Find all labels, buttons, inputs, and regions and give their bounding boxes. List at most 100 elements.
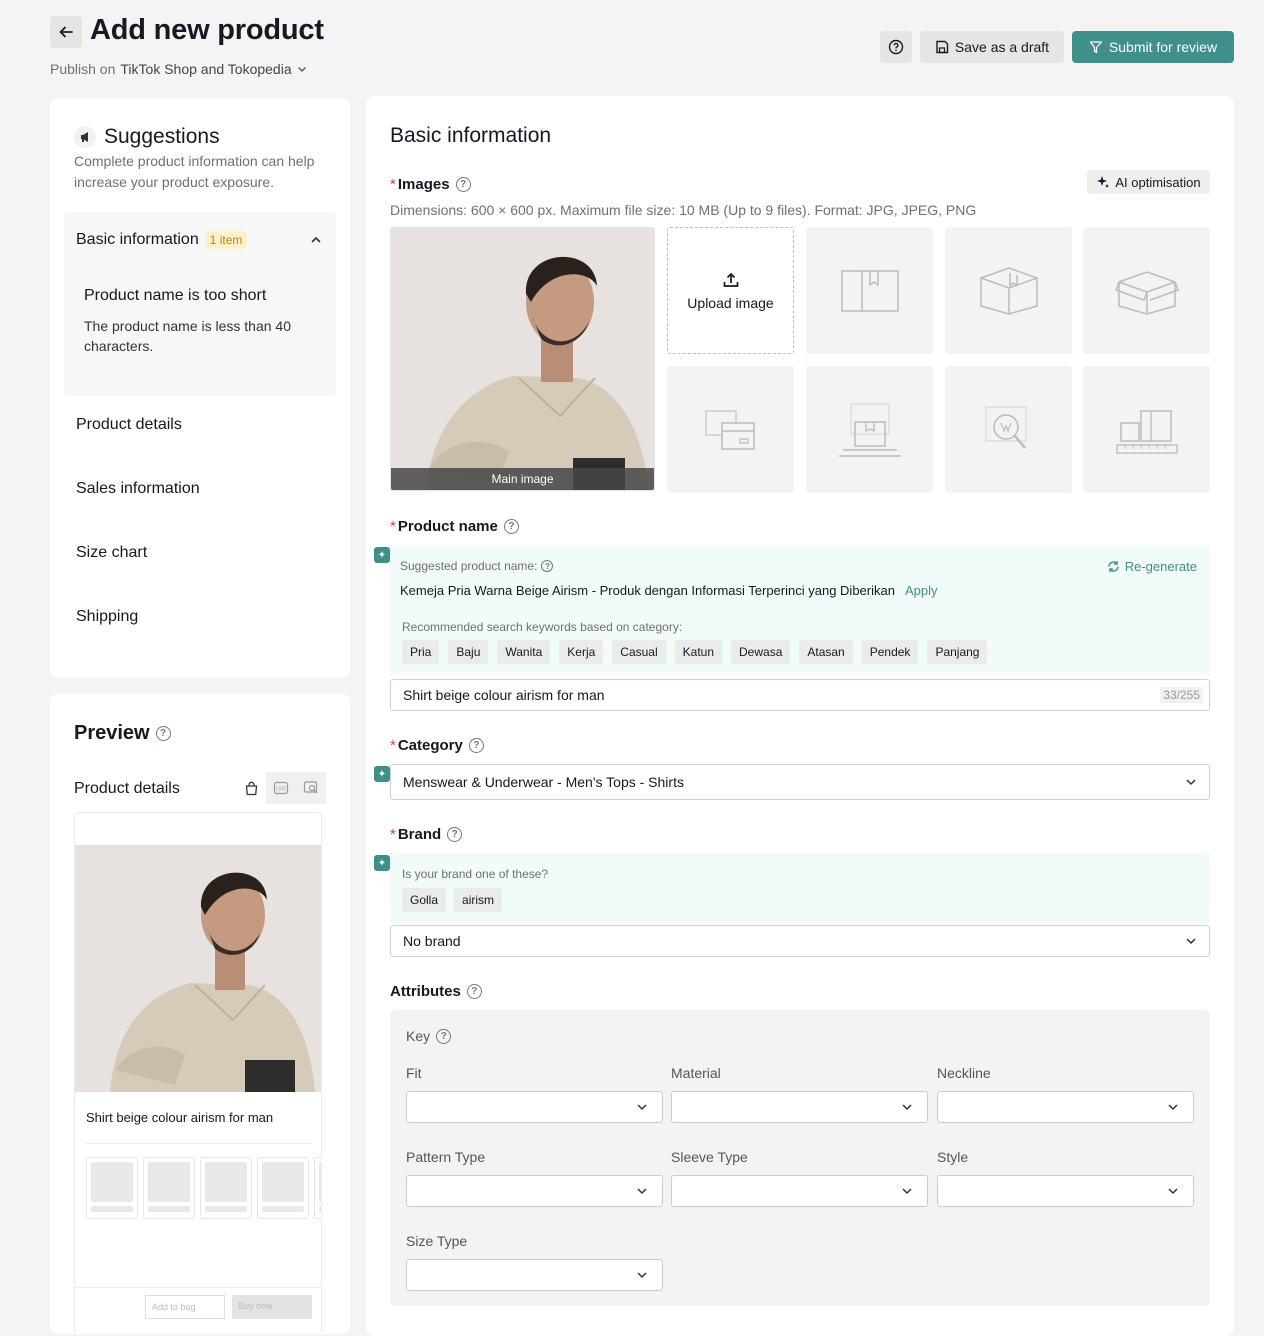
- character-counter: 33/255: [1160, 687, 1203, 703]
- thumbnail-placeholder: [86, 1157, 138, 1219]
- question-icon[interactable]: ?: [466, 984, 482, 999]
- attributes-label-text: Attributes: [390, 983, 461, 1000]
- image-slot[interactable]: [667, 366, 794, 493]
- question-icon[interactable]: ?: [155, 726, 171, 741]
- apply-suggestion-button[interactable]: Apply: [905, 583, 938, 598]
- chevron-down-icon: [637, 1104, 647, 1111]
- product-name-input[interactable]: Shirt beige colour airism for man 33/255: [390, 679, 1210, 711]
- nav-item-sales-information[interactable]: Sales information: [76, 480, 200, 498]
- help-button[interactable]: [880, 31, 912, 63]
- suggested-name-label: Suggested product name:: [400, 559, 538, 573]
- image-requirements: Dimensions: 600 × 600 px. Maximum file s…: [390, 202, 977, 218]
- neckline-select[interactable]: [937, 1091, 1194, 1123]
- question-icon[interactable]: ?: [436, 1028, 452, 1044]
- nav-item-product-details[interactable]: Product details: [76, 416, 182, 434]
- keyword-chip[interactable]: Baju: [448, 640, 489, 664]
- images-label: * Images ?: [390, 176, 471, 193]
- preview-search-tab[interactable]: [296, 772, 326, 804]
- ai-sparkle-icon: ✦: [374, 766, 390, 782]
- attributes-label: Attributes ?: [390, 983, 482, 1000]
- required-marker: *: [390, 176, 396, 193]
- issue-description: The product name is less than 40 charact…: [84, 318, 292, 354]
- keyword-chip[interactable]: Casual: [612, 640, 666, 664]
- brand-select[interactable]: No brand: [390, 925, 1210, 957]
- keyword-chip[interactable]: Panjang: [927, 640, 988, 664]
- category-value: Menswear & Underwear - Men's Tops - Shir…: [403, 774, 684, 790]
- question-icon[interactable]: ?: [541, 560, 554, 572]
- image-slot[interactable]: [806, 227, 933, 354]
- page-title: Add new product: [90, 14, 324, 46]
- image-slot[interactable]: [945, 366, 1072, 493]
- attribute-label-material: Material: [671, 1065, 721, 1081]
- chevron-down-icon: [1186, 779, 1196, 786]
- attributes-panel: Key ? Fit Material Neckline Pattern Type…: [390, 1010, 1210, 1306]
- preview-heading: Preview ?: [74, 722, 171, 745]
- brand-value: No brand: [403, 933, 461, 949]
- image-slot[interactable]: [945, 227, 1072, 354]
- search-icon: [303, 781, 318, 794]
- submit-review-button[interactable]: Submit for review: [1072, 31, 1234, 63]
- image-slot[interactable]: [1083, 366, 1210, 493]
- question-icon[interactable]: ?: [447, 827, 463, 842]
- material-select[interactable]: [671, 1091, 928, 1123]
- thumbnail-placeholder: [200, 1157, 252, 1219]
- box-icon: [979, 266, 1038, 315]
- key-label: Key: [406, 1028, 431, 1044]
- sleeve-type-select[interactable]: [671, 1175, 928, 1207]
- keyword-chip[interactable]: Katun: [674, 640, 723, 664]
- pattern-type-select[interactable]: [406, 1175, 663, 1207]
- chevron-up-icon[interactable]: [310, 234, 322, 246]
- suggestions-heading: Suggestions: [74, 125, 220, 149]
- thumbnail-placeholder: [314, 1157, 321, 1219]
- shopping-bag-icon: [245, 781, 257, 795]
- question-icon[interactable]: ?: [503, 519, 519, 534]
- open-box-icon: [1114, 270, 1179, 315]
- svg-text:LIVE: LIVE: [276, 787, 288, 793]
- size-ruler-icon: [1115, 409, 1178, 454]
- ai-optimisation-button[interactable]: AI optimisation: [1087, 170, 1210, 194]
- brand-chip[interactable]: airism: [454, 888, 503, 912]
- publish-prefix: Publish on: [50, 61, 116, 77]
- fit-select[interactable]: [406, 1091, 663, 1123]
- image-slot[interactable]: [1083, 227, 1210, 354]
- box-icon: [840, 269, 899, 312]
- keyword-chip[interactable]: Kerja: [559, 640, 604, 664]
- publish-selector[interactable]: Publish on TikTok Shop and Tokopedia: [50, 61, 307, 77]
- main-image[interactable]: Main image: [390, 227, 655, 491]
- keyword-chip[interactable]: Pendek: [861, 640, 919, 664]
- suggestions-title: Suggestions: [104, 125, 220, 148]
- nav-item-size-chart[interactable]: Size chart: [76, 544, 147, 562]
- phone-preview: Shirt beige colour airism for man Add to…: [74, 812, 322, 1332]
- package-label-icon: [704, 409, 755, 450]
- question-icon[interactable]: ?: [468, 738, 484, 753]
- keyword-chip[interactable]: Pria: [402, 640, 440, 664]
- product-name-label-text: Product name: [397, 518, 498, 535]
- chevron-down-icon: [1186, 938, 1196, 945]
- attribute-label-pattern-type: Pattern Type: [406, 1149, 486, 1165]
- style-select[interactable]: [937, 1175, 1194, 1207]
- save-draft-button[interactable]: Save as a draft: [920, 31, 1064, 63]
- category-select[interactable]: Menswear & Underwear - Men's Tops - Shir…: [390, 764, 1210, 800]
- preview-shop-tab[interactable]: [236, 772, 266, 804]
- chevron-down-icon: [902, 1104, 912, 1111]
- regenerate-button[interactable]: Re-generate: [1107, 559, 1197, 574]
- key-attributes-heading: Key ?: [406, 1028, 452, 1044]
- preview-live-tab[interactable]: LIVE: [266, 772, 296, 804]
- suggestions-description: Complete product information can help in…: [74, 153, 315, 190]
- brand-chip[interactable]: Golla: [402, 888, 447, 912]
- keyword-chip[interactable]: Wanita: [497, 640, 551, 664]
- question-icon[interactable]: ?: [455, 177, 471, 192]
- save-icon: [936, 40, 949, 54]
- back-button[interactable]: [50, 16, 82, 48]
- product-photo: [391, 228, 654, 490]
- upload-image-button[interactable]: Upload image: [667, 227, 794, 354]
- keyword-chip[interactable]: Dewasa: [731, 640, 791, 664]
- preview-mode-switcher: LIVE: [236, 772, 326, 804]
- nav-item-shipping[interactable]: Shipping: [76, 608, 138, 626]
- chevron-down-icon: [297, 67, 306, 72]
- suggestion-section-basic[interactable]: Basic information 1 item Product name is…: [64, 212, 336, 396]
- size-type-select[interactable]: [406, 1259, 663, 1291]
- image-slot[interactable]: [806, 366, 933, 493]
- live-icon: LIVE: [273, 781, 289, 795]
- keyword-chip[interactable]: Atasan: [799, 640, 853, 664]
